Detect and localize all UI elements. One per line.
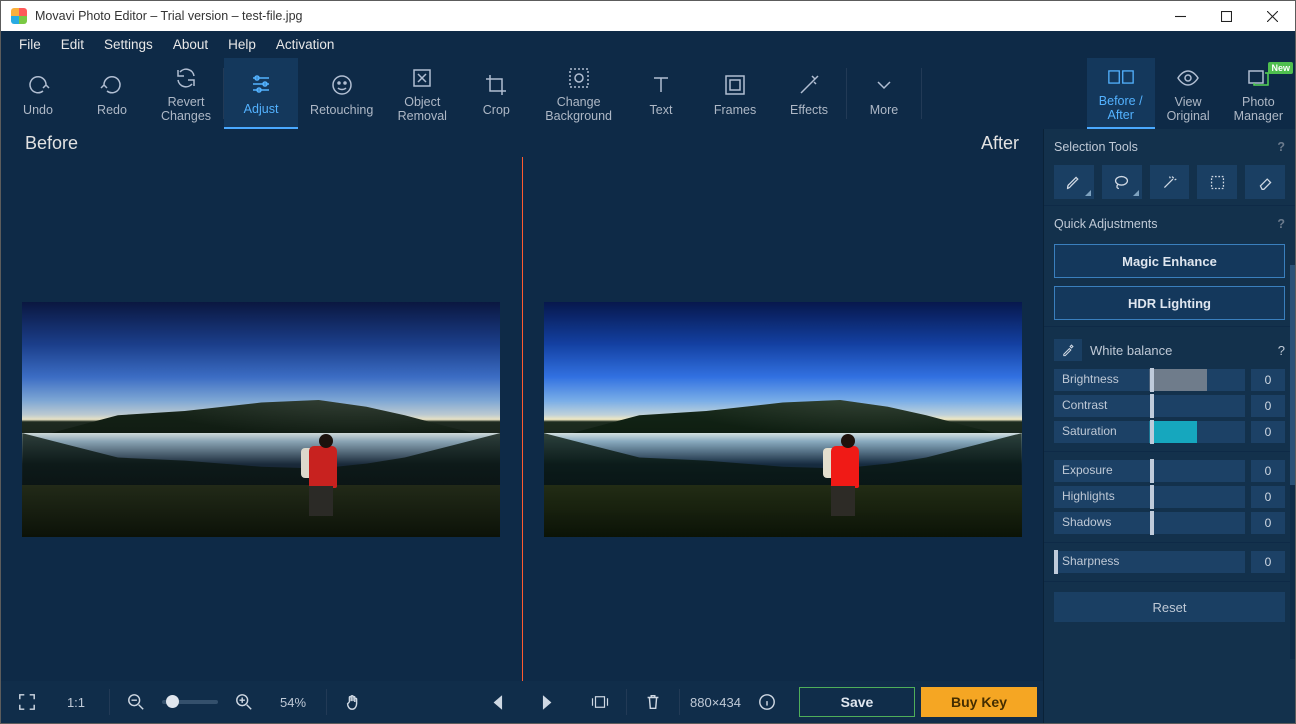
change-background-icon [566, 64, 592, 92]
magic-enhance-button[interactable]: Magic Enhance [1054, 244, 1285, 278]
window-title: Movavi Photo Editor – Trial version – te… [35, 9, 1157, 23]
before-view[interactable] [1, 157, 522, 681]
zoom-slider[interactable] [162, 700, 218, 704]
contrast-slider[interactable]: Contrast 0 [1054, 393, 1285, 419]
object-removal-tab[interactable]: Object Removal [385, 58, 459, 129]
menu-bar: File Edit Settings About Help Activation [1, 31, 1295, 58]
main-toolbar: Undo Redo Revert Changes Adjust Retouchi… [1, 58, 1295, 129]
menu-file[interactable]: File [9, 33, 51, 56]
undo-icon [25, 71, 51, 99]
effects-tab[interactable]: Effects [772, 58, 846, 129]
menu-settings[interactable]: Settings [94, 33, 163, 56]
redo-icon [99, 71, 125, 99]
text-icon [648, 71, 674, 99]
exposure-slider[interactable]: Exposure 0 [1054, 458, 1285, 484]
menu-about[interactable]: About [163, 33, 218, 56]
image-dimensions: 880×434 [690, 695, 741, 710]
buy-key-button[interactable]: Buy Key [921, 687, 1037, 717]
eraser-button[interactable] [1245, 165, 1285, 199]
change-background-tab[interactable]: Change Background [533, 58, 624, 129]
adjust-tab[interactable]: Adjust [224, 58, 298, 129]
before-label: Before [25, 133, 78, 154]
scrollbar[interactable] [1290, 265, 1295, 659]
brightness-slider[interactable]: Brightness 0 [1054, 367, 1285, 393]
object-removal-icon [409, 64, 435, 92]
fullscreen-button[interactable] [11, 687, 43, 717]
hdr-lighting-button[interactable]: HDR Lighting [1054, 286, 1285, 320]
undo-button[interactable]: Undo [1, 58, 75, 129]
frames-icon [722, 71, 748, 99]
help-icon[interactable]: ? [1277, 217, 1285, 231]
shadows-value[interactable]: 0 [1251, 512, 1285, 534]
marquee-selection-button[interactable] [1197, 165, 1237, 199]
bottom-bar: 1:1 54% 880× [1, 681, 1043, 723]
help-icon[interactable]: ? [1278, 343, 1285, 358]
white-balance-label: White balance [1090, 343, 1172, 358]
magic-wand-button[interactable] [1150, 165, 1190, 199]
crop-icon [483, 71, 509, 99]
maximize-button[interactable] [1203, 1, 1249, 31]
adjust-panel: Selection Tools ? Quick Adjustments ? Ma… [1043, 129, 1295, 723]
help-icon[interactable]: ? [1277, 140, 1285, 154]
brush-selection-button[interactable] [1054, 165, 1094, 199]
quick-adjustments-title: Quick Adjustments [1054, 217, 1158, 231]
prev-image-button[interactable] [482, 687, 514, 717]
before-after-icon [1108, 63, 1134, 91]
selection-tools-title: Selection Tools [1054, 140, 1138, 154]
highlights-value[interactable]: 0 [1251, 486, 1285, 508]
title-bar: Movavi Photo Editor – Trial version – te… [1, 1, 1295, 31]
menu-help[interactable]: Help [218, 33, 266, 56]
after-label: After [981, 133, 1019, 154]
hand-tool-button[interactable] [337, 687, 369, 717]
chevron-down-icon [871, 71, 897, 99]
new-badge: New [1268, 62, 1293, 74]
sharpness-slider[interactable]: Sharpness 0 [1054, 549, 1285, 575]
info-button[interactable] [751, 687, 783, 717]
zoom-in-button[interactable] [228, 687, 260, 717]
zoom-out-button[interactable] [120, 687, 152, 717]
exposure-value[interactable]: 0 [1251, 460, 1285, 482]
revert-button[interactable]: Revert Changes [149, 58, 223, 129]
photo-manager-icon [1245, 64, 1271, 92]
lasso-selection-button[interactable] [1102, 165, 1142, 199]
before-after-button[interactable]: Before / After [1087, 58, 1155, 129]
photo-manager-button[interactable]: New Photo Manager [1222, 58, 1295, 129]
crop-tab[interactable]: Crop [459, 58, 533, 129]
saturation-value[interactable]: 0 [1251, 421, 1285, 443]
close-button[interactable] [1249, 1, 1295, 31]
saturation-slider[interactable]: Saturation 0 [1054, 419, 1285, 445]
fit-label[interactable]: 1:1 [53, 695, 99, 710]
app-logo-icon [11, 8, 27, 24]
view-original-button[interactable]: View Original [1155, 58, 1222, 129]
brightness-value[interactable]: 0 [1251, 369, 1285, 391]
white-balance-eyedropper[interactable] [1054, 339, 1082, 361]
menu-activation[interactable]: Activation [266, 33, 345, 56]
minimize-button[interactable] [1157, 1, 1203, 31]
zoom-value: 54% [270, 695, 316, 710]
revert-icon [173, 64, 199, 92]
reset-button[interactable]: Reset [1054, 592, 1285, 622]
shadows-slider[interactable]: Shadows 0 [1054, 510, 1285, 536]
retouching-icon [329, 71, 355, 99]
delete-button[interactable] [637, 687, 669, 717]
highlights-slider[interactable]: Highlights 0 [1054, 484, 1285, 510]
retouching-tab[interactable]: Retouching [298, 58, 385, 129]
eye-icon [1175, 64, 1201, 92]
filmstrip-button[interactable] [584, 687, 616, 717]
more-tab[interactable]: More [847, 58, 921, 129]
menu-edit[interactable]: Edit [51, 33, 94, 56]
adjust-icon [248, 70, 274, 98]
app-window: Movavi Photo Editor – Trial version – te… [0, 0, 1296, 724]
after-view[interactable] [523, 157, 1044, 681]
canvas-area: Before After 1:1 [1, 129, 1043, 723]
contrast-value[interactable]: 0 [1251, 395, 1285, 417]
frames-tab[interactable]: Frames [698, 58, 772, 129]
effects-icon [796, 71, 822, 99]
sharpness-value[interactable]: 0 [1251, 551, 1285, 573]
save-button[interactable]: Save [799, 687, 915, 717]
redo-button[interactable]: Redo [75, 58, 149, 129]
next-image-button[interactable] [530, 687, 562, 717]
text-tab[interactable]: Text [624, 58, 698, 129]
